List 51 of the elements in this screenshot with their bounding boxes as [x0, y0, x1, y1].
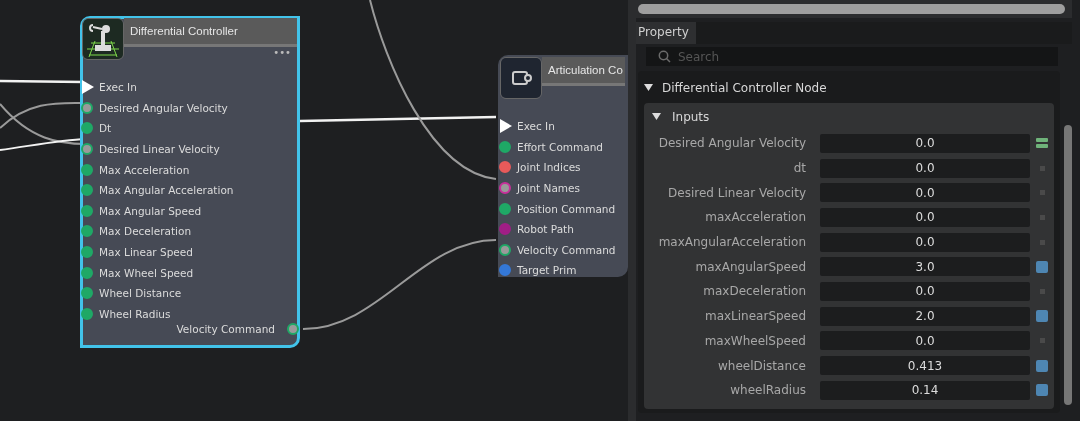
port-label: Velocity Command [517, 243, 616, 256]
property-label: dt [792, 161, 806, 176]
port-label: Robot Path [517, 223, 574, 236]
group-title[interactable]: Inputs [672, 110, 710, 124]
property-label: maxWheelSpeed [703, 333, 806, 348]
value-field[interactable]: 3.0 [820, 257, 1030, 277]
graph-node[interactable]: Articulation Co Exec In Effort Command Joint Indices Joint Names Position Command Robot Path Velocity Command Target Prim [498, 55, 628, 277]
search-field[interactable]: Search [646, 47, 1058, 66]
value-field[interactable]: 0.0 [820, 158, 1030, 178]
port-label: Max Linear Speed [99, 246, 193, 259]
more-menu[interactable]: ••• [273, 48, 291, 58]
value-field[interactable]: 2.0 [820, 306, 1030, 326]
section-title[interactable]: Differential Controller Node [662, 81, 827, 95]
property-label: maxAngularAcceleration [657, 235, 806, 250]
property-label: Desired Linear Velocity [667, 185, 806, 200]
port-label: Desired Linear Velocity [99, 143, 220, 156]
port-label: Wheel Radius [99, 307, 171, 320]
value-field[interactable]: 0.0 [820, 281, 1030, 301]
port-label: Effort Command [517, 140, 604, 153]
port-label: Joint Names [517, 182, 580, 195]
port-label: Dt [99, 122, 112, 135]
value-field[interactable]: 0.0 [820, 331, 1030, 351]
port-label: Max Angular Acceleration [99, 184, 234, 197]
port-label: Max Deceleration [99, 225, 192, 238]
property-label: maxDeceleration [702, 284, 806, 299]
property-tab[interactable]: Property [636, 22, 696, 44]
port-label: Desired Angular Velocity [99, 101, 228, 114]
value-field[interactable]: 0.14 [820, 380, 1030, 400]
value-field[interactable]: 0.0 [820, 232, 1030, 252]
value-field[interactable]: 0.0 [820, 183, 1030, 203]
node-title: Articulation Co [548, 64, 623, 76]
port-label: Target Prim [517, 264, 577, 277]
property-label: maxAngularSpeed [694, 259, 806, 274]
property-label: wheelRadius [729, 383, 806, 398]
property-label: Desired Angular Velocity [657, 136, 806, 151]
port-label: Max Wheel Speed [99, 266, 194, 279]
port-label: Max Angular Speed [99, 204, 202, 217]
port-label: Max Acceleration [99, 163, 190, 176]
port-label: Wheel Distance [99, 287, 182, 300]
value-field[interactable]: 0.413 [820, 356, 1030, 376]
node-title: Differential Controller [130, 25, 238, 37]
port-label: Joint Indices [517, 161, 581, 174]
property-label: maxLinearSpeed [703, 309, 806, 324]
property-label: wheelDistance [717, 358, 806, 373]
value-field[interactable]: 0.0 [820, 133, 1030, 153]
value-field[interactable]: 0.0 [820, 207, 1030, 227]
port-label: Velocity Command [176, 323, 275, 335]
port-label: Exec In [517, 120, 555, 133]
property-label: maxAcceleration [704, 210, 806, 225]
port-label: Exec In [99, 81, 137, 94]
port-label: Position Command [517, 202, 616, 215]
